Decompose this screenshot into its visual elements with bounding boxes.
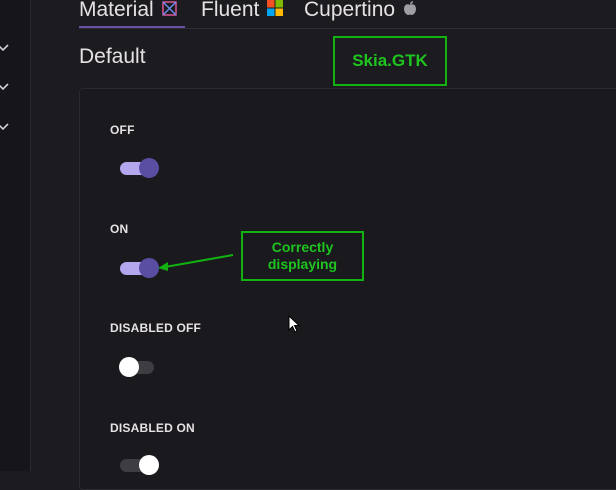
tab-label: Material [79,0,154,21]
toggle-label-off: OFF [110,123,135,137]
toggle-label-on: ON [110,222,129,236]
left-navigation-rail [0,0,31,471]
windows-logo-icon [267,0,284,22]
toggle-thumb [139,158,159,178]
toggle-thumb [119,357,139,377]
toggle-label-disabled-on: DISABLED ON [110,421,195,435]
toggle-switch-disabled-off [119,356,160,378]
annotation-arrow-icon [158,254,234,271]
tab-label: Fluent [201,0,260,21]
tab-cupertino[interactable]: Cupertino [304,0,417,26]
annotation-correctly-displaying: Correctly displaying [241,231,364,281]
tab-fluent[interactable]: Fluent [201,0,284,26]
material-logo-icon [162,0,177,22]
toggle-switch-disabled-on [120,454,160,476]
toggle-switch-on[interactable] [120,257,160,279]
annotation-skia-gtk: Skia.GTK [333,36,447,86]
theme-tabs: Material Fluent Cupertino [79,0,616,29]
toggle-label-disabled-off: DISABLED OFF [110,321,202,335]
chevron-down-icon[interactable] [0,79,10,93]
toggle-switch-off[interactable] [120,157,160,179]
tab-label: Cupertino [304,0,396,21]
mouse-pointer-icon [288,315,301,333]
page-title: Default [79,45,146,68]
apple-logo-icon [403,0,417,22]
chevron-down-icon[interactable] [0,40,10,54]
active-tab-indicator [79,26,185,28]
chevron-down-icon[interactable] [0,119,10,133]
toggle-thumb [139,455,159,475]
tab-material[interactable]: Material [79,0,177,26]
